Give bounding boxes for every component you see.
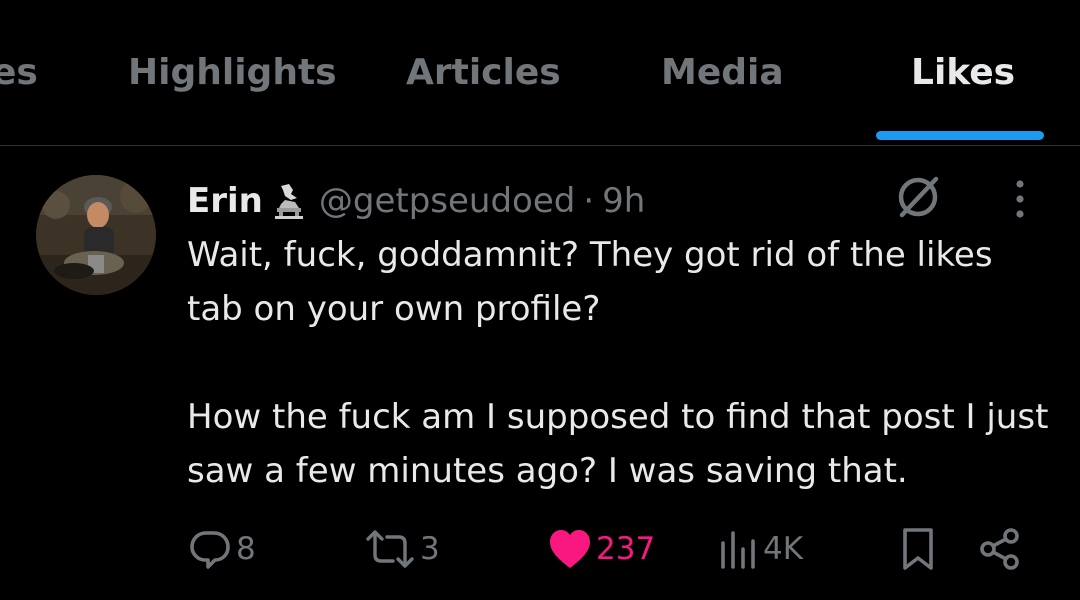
statue-emoji-icon — [271, 182, 307, 220]
tab-highlights[interactable]: Highlights — [128, 52, 337, 102]
grok-icon[interactable] — [893, 172, 943, 222]
repost-icon — [366, 530, 414, 568]
share-button[interactable] — [977, 526, 1023, 572]
tab-media[interactable]: Media — [661, 52, 784, 102]
heart-icon — [550, 530, 590, 568]
reply-button[interactable]: 8 — [188, 526, 256, 572]
tab-replies[interactable]: es — [0, 52, 38, 102]
profile-tab-bar: es Highlights Articles Media Likes — [0, 0, 1080, 146]
tab-likes[interactable]: Likes — [911, 52, 1015, 102]
tweet-timestamp[interactable]: 9h — [602, 181, 645, 221]
avatar[interactable] — [36, 175, 156, 295]
views-button[interactable]: 4K — [719, 526, 803, 572]
tab-articles[interactable]: Articles — [406, 52, 561, 102]
tweet-text: Wait, fuck, goddamnit? They got rid of t… — [187, 228, 1057, 498]
tweet-header: Erin @getpseudoed · 9h — [187, 176, 645, 226]
reply-icon — [190, 531, 230, 569]
tweet-text-paragraph: Wait, fuck, goddamnit? They got rid of t… — [187, 235, 993, 329]
bookmark-button[interactable] — [898, 526, 938, 572]
user-handle[interactable]: @getpseudoed — [319, 181, 575, 221]
profile-screen: es Highlights Articles Media Likes Erin … — [0, 0, 1080, 600]
active-tab-indicator — [876, 131, 1044, 140]
avatar-image — [36, 175, 156, 295]
repost-button[interactable]: 3 — [364, 526, 440, 572]
tweet-text-paragraph: How the fuck am I supposed to find that … — [187, 397, 1049, 491]
more-options-icon[interactable] — [1002, 177, 1038, 221]
like-button[interactable]: 237 — [548, 526, 655, 572]
share-icon — [980, 528, 1019, 570]
display-name[interactable]: Erin — [187, 181, 263, 221]
like-count: 237 — [596, 531, 656, 567]
views-icon — [721, 531, 755, 569]
reply-count: 8 — [236, 531, 256, 567]
bookmark-icon — [903, 528, 933, 570]
header-separator: · — [583, 181, 595, 221]
view-count: 4K — [763, 531, 804, 567]
repost-count: 3 — [420, 531, 440, 567]
